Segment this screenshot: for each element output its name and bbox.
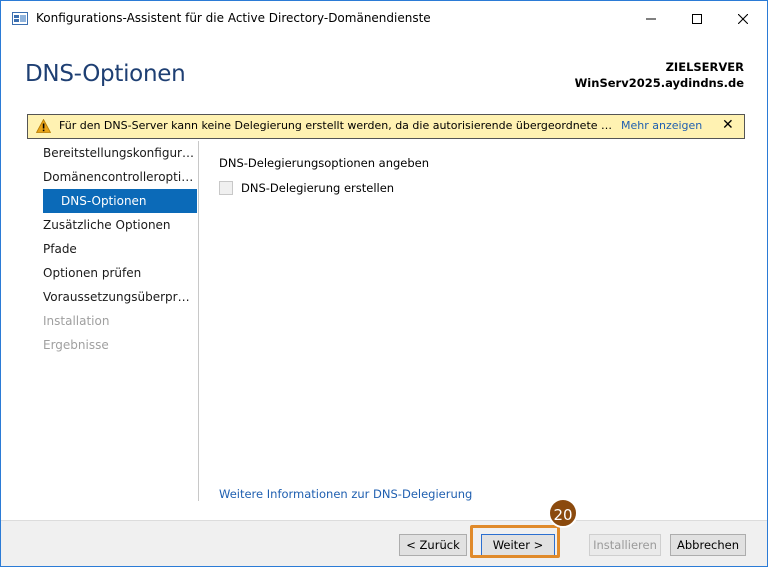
warning-bar: Für den DNS-Server kann keine Delegierun… (27, 114, 745, 139)
nav-item-additional-options[interactable]: Zusätzliche Optionen (43, 213, 195, 237)
minimize-button[interactable] (628, 1, 674, 37)
server-manager-icon (12, 12, 28, 26)
show-more-link[interactable]: Mehr anzeigen (621, 119, 702, 132)
target-server-name: WinServ2025.aydindns.de (574, 76, 744, 90)
page-title: DNS-Optionen (25, 61, 186, 87)
close-icon (738, 14, 748, 24)
cancel-button[interactable]: Abbrechen (670, 534, 746, 556)
create-delegation-checkbox (219, 181, 233, 195)
nav-item-paths[interactable]: Pfade (43, 237, 195, 261)
maximize-icon (692, 14, 702, 24)
title-bar[interactable]: Konfigurations-Assistent für die Active … (1, 1, 767, 37)
section-title: DNS-Delegierungsoptionen angeben (219, 156, 430, 170)
next-button-highlight (470, 525, 560, 558)
nav-item-installation: Installation (43, 314, 110, 328)
wizard-window: Konfigurations-Assistent für die Active … (0, 0, 768, 567)
window-title: Konfigurations-Assistent für die Active … (36, 11, 431, 25)
step-badge: 20 (548, 498, 578, 528)
nav-item-review-options[interactable]: Optionen prüfen (43, 261, 195, 285)
footer-bar: < Zurück Weiter > Installieren Abbrechen (1, 520, 767, 566)
nav-item-deployment[interactable]: Bereitstellungskonfiguration (43, 141, 195, 165)
warning-message: Für den DNS-Server kann keine Delegierun… (59, 119, 614, 132)
back-button[interactable]: < Zurück (399, 534, 467, 556)
wizard-nav: Bereitstellungskonfiguration Domänencont… (43, 141, 197, 357)
nav-item-prerequisites[interactable]: Voraussetzungsüberprüfung (43, 285, 195, 309)
minimize-icon (646, 18, 656, 20)
more-info-link[interactable]: Weitere Informationen zur DNS-Delegierun… (219, 487, 472, 501)
create-delegation-row: DNS-Delegierung erstellen (219, 180, 394, 196)
close-window-button[interactable] (720, 1, 766, 37)
warning-icon (35, 118, 52, 133)
create-delegation-label: DNS-Delegierung erstellen (241, 181, 395, 195)
nav-item-results: Ergebnisse (43, 338, 109, 352)
maximize-button[interactable] (674, 1, 720, 37)
nav-item-dns-options[interactable]: DNS-Optionen (43, 189, 197, 213)
install-button: Installieren (589, 534, 661, 556)
nav-divider (198, 141, 199, 501)
target-server-label: ZIELSERVER (665, 60, 744, 74)
warning-dismiss-button[interactable]: ✕ (722, 117, 734, 133)
nav-item-dc-options[interactable]: Domänencontrolleroptionen (43, 165, 195, 189)
